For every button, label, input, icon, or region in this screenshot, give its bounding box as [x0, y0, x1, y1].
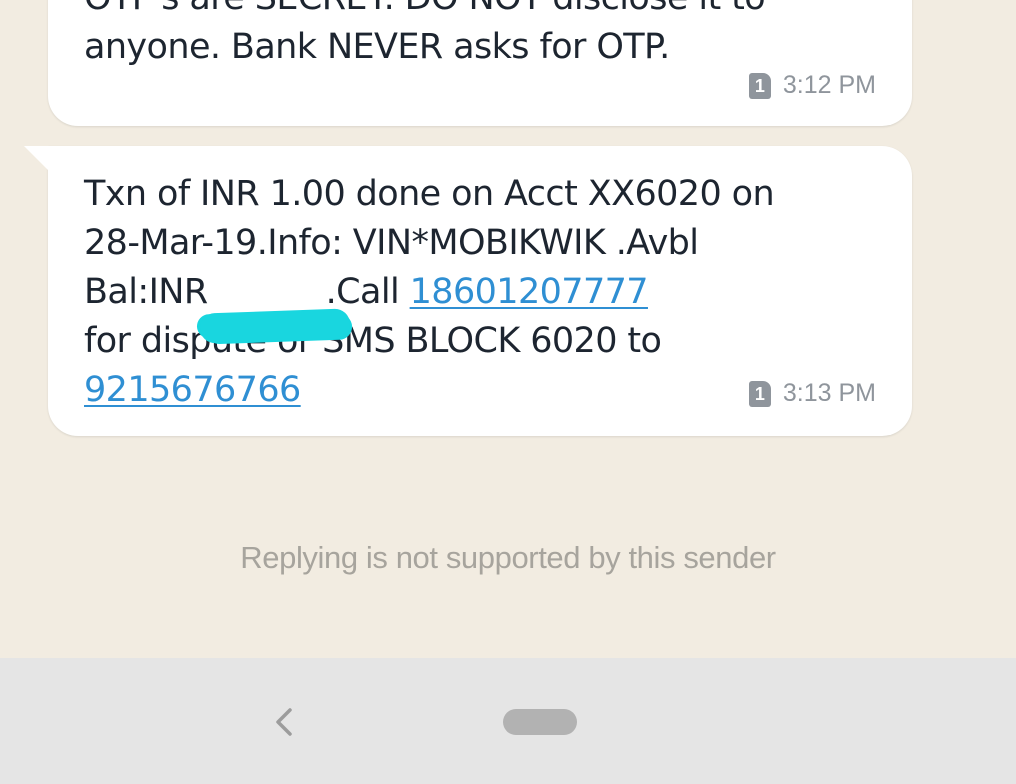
message-timestamp: 3:13 PM — [782, 379, 876, 407]
message-meta: 1 3:12 PM — [748, 71, 876, 100]
message-text-line-partial: OTP's are SECRET. DO NOT disclose it to — [84, 0, 766, 18]
system-navigation-bar — [0, 658, 1016, 784]
message-text-part: for dispute or SMS BLOCK 6020 to — [84, 321, 662, 361]
message-text-line: anyone. Bank NEVER asks for OTP. — [84, 27, 670, 67]
back-button[interactable] — [264, 702, 304, 742]
message-thread: OTP's are SECRET. DO NOT disclose it to … — [0, 0, 1016, 658]
bubble-tail — [24, 146, 48, 170]
sim-card-icon: 1 — [748, 380, 771, 407]
message-bubble[interactable]: Txn of INR 1.00 done on Acct XX6020 on 2… — [24, 146, 912, 436]
phone-link-dispute[interactable]: 18601207777 — [410, 272, 649, 312]
chevron-left-icon — [276, 708, 292, 736]
message-text: OTP's are SECRET. DO NOT disclose it to … — [84, 0, 904, 72]
phone-link-sms-block[interactable]: 9215676766 — [84, 370, 301, 410]
redaction-scribble — [199, 308, 351, 344]
reply-unsupported-notice: Replying is not supported by this sender — [240, 540, 776, 575]
sim-card-icon: 1 — [748, 72, 771, 99]
message-bubble[interactable]: OTP's are SECRET. DO NOT disclose it to … — [48, 0, 912, 126]
message-timestamp: 3:12 PM — [782, 71, 876, 99]
message-text-part: .Call — [325, 272, 410, 312]
home-pill-button[interactable] — [503, 709, 577, 735]
message-meta: 1 3:13 PM — [748, 379, 876, 408]
